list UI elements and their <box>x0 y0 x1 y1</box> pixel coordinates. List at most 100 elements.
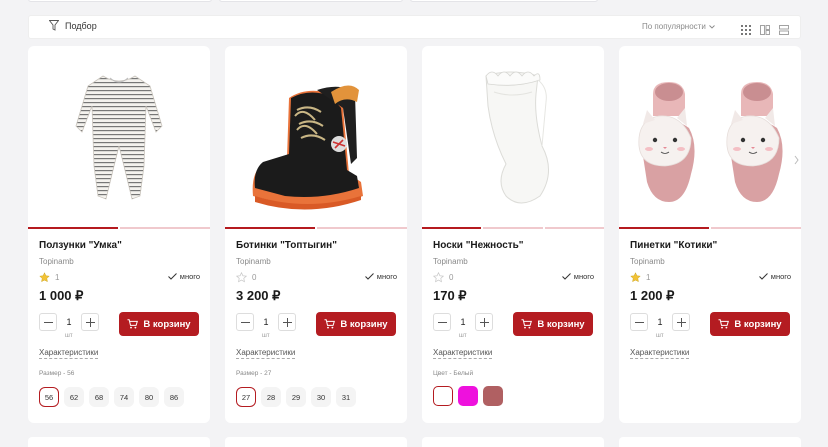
quantity-value[interactable]: 1 <box>61 317 77 327</box>
decrease-qty-button[interactable] <box>433 313 451 331</box>
product-brand: Topinamb <box>236 257 271 266</box>
product-price: 1 200 ₽ <box>630 288 675 303</box>
add-to-cart-label: В корзину <box>340 318 388 330</box>
size-option[interactable]: 28 <box>261 387 281 407</box>
check-icon <box>561 273 571 280</box>
chevron-down-icon <box>708 24 715 29</box>
size-option[interactable]: 30 <box>311 387 331 407</box>
specifications-link[interactable]: Характеристики <box>433 348 493 359</box>
quantity-stepper: 1 <box>630 312 690 332</box>
add-to-cart-label: В корзину <box>537 318 585 330</box>
image-slider-indicator[interactable] <box>422 227 604 229</box>
quantity-unit: шт <box>262 333 270 339</box>
stock-status: много <box>167 272 200 281</box>
product-brand: Topinamb <box>630 257 665 266</box>
image-slider-indicator[interactable] <box>225 227 407 229</box>
size-option[interactable]: 86 <box>164 387 184 407</box>
size-option[interactable]: 56 <box>39 387 59 407</box>
filter-button[interactable]: Подбор <box>49 20 97 31</box>
quantity-value[interactable]: 1 <box>652 317 668 327</box>
product-card[interactable]: Ползунки "Умка" Topinamb 1 много 1 000 ₽… <box>28 46 210 423</box>
increase-qty-button[interactable] <box>278 313 296 331</box>
rating-count: 0 <box>449 273 454 282</box>
decrease-qty-button[interactable] <box>630 313 648 331</box>
color-options <box>433 386 503 406</box>
stock-status: много <box>364 272 397 281</box>
size-option[interactable]: 62 <box>64 387 84 407</box>
sort-label: По популярности <box>642 22 706 31</box>
quantity-stepper: 1 <box>236 312 296 332</box>
product-image-bodysuit[interactable] <box>28 46 210 226</box>
size-option[interactable]: 74 <box>114 387 134 407</box>
previous-row-edges <box>28 0 800 4</box>
rating-count: 1 <box>55 273 60 282</box>
product-card[interactable]: Носки "Нежность" Topinamb 0 много 170 ₽ … <box>422 46 604 423</box>
size-option[interactable]: 31 <box>336 387 356 407</box>
quantity-unit: шт <box>65 333 73 339</box>
stock-label: много <box>179 272 200 281</box>
product-image-booties[interactable] <box>619 46 801 226</box>
list-view-icon[interactable] <box>779 22 789 35</box>
product-price: 3 200 ₽ <box>236 288 281 303</box>
add-to-cart-button[interactable]: В корзину <box>710 312 790 336</box>
filter-label: Подбор <box>65 20 97 31</box>
quantity-stepper: 1 <box>39 312 99 332</box>
check-icon <box>758 273 768 280</box>
product-rating: 0 <box>433 272 453 283</box>
grid-view-icon[interactable] <box>741 22 751 35</box>
decrease-qty-button[interactable] <box>236 313 254 331</box>
size-option[interactable]: 68 <box>89 387 109 407</box>
product-rating: 1 <box>39 272 59 283</box>
product-image-socks[interactable] <box>422 46 604 226</box>
add-to-cart-button[interactable]: В корзину <box>316 312 396 336</box>
tile-view-icon[interactable] <box>760 22 770 35</box>
quantity-value[interactable]: 1 <box>258 317 274 327</box>
check-icon <box>364 273 374 280</box>
product-image-boots[interactable] <box>225 46 407 226</box>
add-to-cart-button[interactable]: В корзину <box>119 312 199 336</box>
increase-qty-button[interactable] <box>475 313 493 331</box>
stock-label: много <box>770 272 791 281</box>
star-filled-icon <box>39 272 50 283</box>
color-swatch-magenta[interactable] <box>458 386 478 406</box>
product-card[interactable]: Пинетки "Котики" Topinamb 1 много 1 200 … <box>619 46 801 423</box>
add-to-cart-button[interactable]: В корзину <box>513 312 593 336</box>
product-title[interactable]: Пинетки "Котики" <box>630 240 717 251</box>
cart-icon <box>718 319 730 329</box>
check-icon <box>167 273 177 280</box>
increase-qty-button[interactable] <box>672 313 690 331</box>
sort-dropdown[interactable]: По популярности <box>642 22 715 31</box>
size-option[interactable]: 29 <box>286 387 306 407</box>
rating-count: 0 <box>252 273 257 282</box>
quantity-value[interactable]: 1 <box>455 317 471 327</box>
product-title[interactable]: Ползунки "Умка" <box>39 240 122 251</box>
product-rating: 0 <box>236 272 256 283</box>
image-slider-indicator[interactable] <box>619 227 801 229</box>
product-brand: Topinamb <box>39 257 74 266</box>
cart-icon <box>127 319 139 329</box>
increase-qty-button[interactable] <box>81 313 99 331</box>
product-title[interactable]: Ботинки "Топтыгин" <box>236 240 337 251</box>
specifications-link[interactable]: Характеристики <box>39 348 99 359</box>
catalog-toolbar: Подбор По популярности <box>28 15 801 39</box>
stock-label: много <box>376 272 397 281</box>
specifications-link[interactable]: Характеристики <box>236 348 296 359</box>
filter-icon <box>49 20 59 31</box>
size-label: Размер - 56 <box>39 370 75 377</box>
decrease-qty-button[interactable] <box>39 313 57 331</box>
product-card[interactable]: Ботинки "Топтыгин" Topinamb 0 много 3 20… <box>225 46 407 423</box>
product-price: 1 000 ₽ <box>39 288 84 303</box>
add-to-cart-label: В корзину <box>734 318 782 330</box>
size-options: 27 28 29 30 31 <box>236 387 356 407</box>
size-option[interactable]: 80 <box>139 387 159 407</box>
color-swatch-dusty-rose[interactable] <box>483 386 503 406</box>
product-price: 170 ₽ <box>433 288 467 303</box>
product-title[interactable]: Носки "Нежность" <box>433 240 524 251</box>
specifications-link[interactable]: Характеристики <box>630 348 690 359</box>
size-option[interactable]: 27 <box>236 387 256 407</box>
stock-label: много <box>573 272 594 281</box>
color-swatch-white[interactable] <box>433 386 453 406</box>
add-to-cart-label: В корзину <box>143 318 191 330</box>
star-empty-icon <box>433 272 444 283</box>
image-slider-indicator[interactable] <box>28 227 210 229</box>
